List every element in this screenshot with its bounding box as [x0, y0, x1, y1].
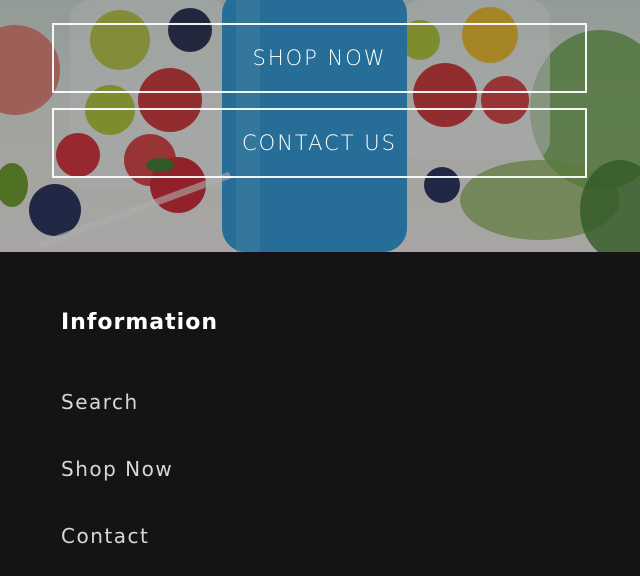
contact-us-button[interactable]: CONTACT US — [52, 108, 587, 178]
footer: Information Search Shop Now Contact — [0, 252, 640, 576]
hero-banner: SHOP NOW CONTACT US — [0, 0, 640, 252]
footer-heading-information: Information — [61, 310, 218, 335]
footer-link-search[interactable]: Search — [61, 390, 139, 414]
footer-link-shop-now[interactable]: Shop Now — [61, 457, 173, 481]
footer-link-contact[interactable]: Contact — [61, 524, 149, 548]
shop-now-button[interactable]: SHOP NOW — [52, 23, 587, 93]
